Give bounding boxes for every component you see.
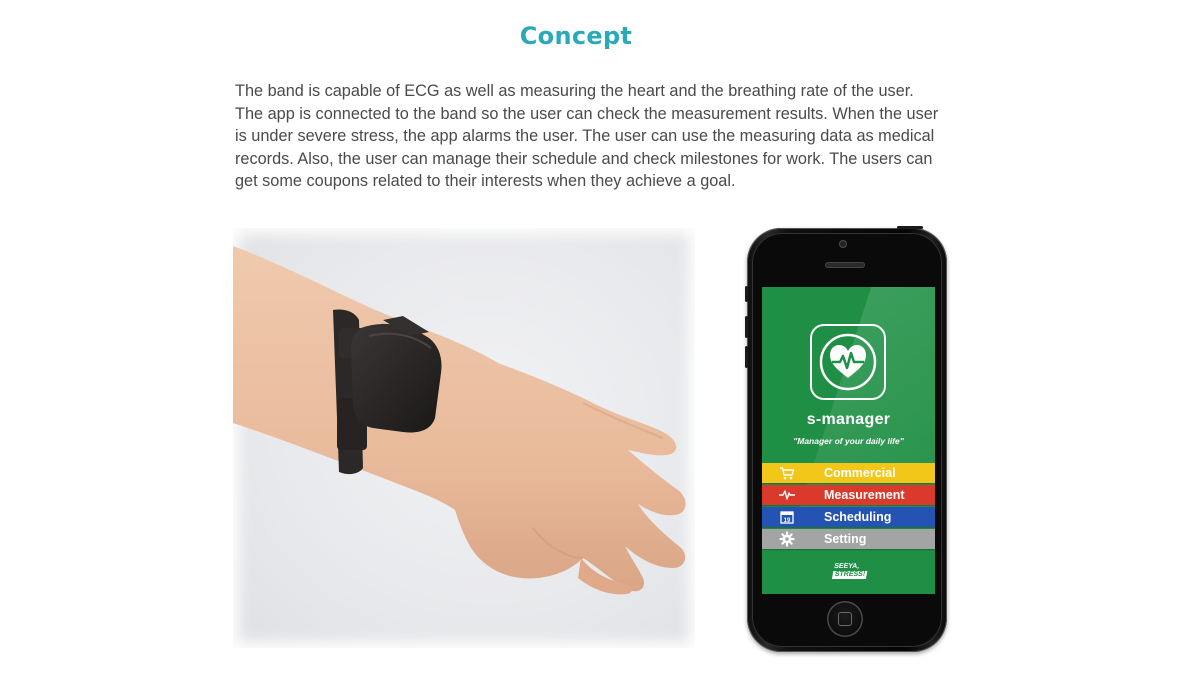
page-title: Concept — [519, 22, 633, 50]
seeya-stress-logo: SEEYA, STRESS! — [831, 563, 871, 583]
app-screen: s-manager "Manager of your daily life" C… — [762, 287, 935, 594]
app-tagline: "Manager of your daily life" — [793, 436, 904, 446]
menu-item-commercial[interactable]: Commercial — [762, 463, 935, 483]
power-button — [897, 226, 923, 229]
app-menu: Commercial Measurement 19 Scheduling Set… — [762, 463, 935, 551]
speaker-grille — [825, 262, 865, 268]
front-camera-icon — [839, 240, 847, 248]
wrist-band-photo — [233, 228, 695, 648]
menu-label: Commercial — [824, 466, 896, 480]
svg-text:19: 19 — [784, 518, 791, 524]
logo-line-1: SEEYA, — [833, 563, 860, 570]
menu-label: Setting — [824, 532, 867, 546]
home-button[interactable] — [827, 601, 863, 637]
phone-mockup: s-manager "Manager of your daily life" C… — [745, 226, 947, 652]
menu-item-scheduling[interactable]: 19 Scheduling — [762, 507, 935, 527]
logo-line-2: STRESS! — [831, 571, 868, 579]
heart-pulse-icon — [810, 324, 886, 400]
mute-switch — [745, 286, 748, 302]
volume-down-button — [745, 346, 748, 368]
pulse-icon — [779, 487, 795, 503]
gear-icon — [779, 531, 795, 547]
cart-icon — [779, 465, 795, 481]
menu-label: Measurement — [824, 488, 905, 502]
calendar-icon: 19 — [779, 509, 795, 525]
concept-description: The band is capable of ECG as well as me… — [235, 82, 939, 191]
menu-label: Scheduling — [824, 510, 892, 524]
app-name: s-manager — [806, 411, 891, 428]
volume-up-button — [745, 316, 748, 338]
wrist-band-illustration — [233, 246, 686, 595]
menu-item-setting[interactable]: Setting — [762, 529, 935, 549]
menu-item-measurement[interactable]: Measurement — [762, 485, 935, 505]
